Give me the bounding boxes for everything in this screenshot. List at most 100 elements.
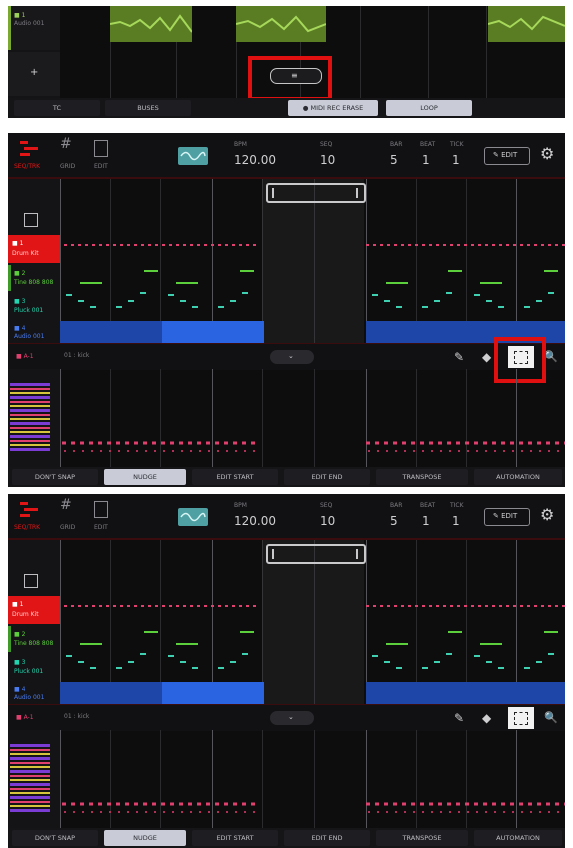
pad-color-strips — [10, 744, 50, 814]
track-1-sub: Audio 001 — [14, 20, 45, 27]
buses-button[interactable]: BUSES — [105, 100, 191, 116]
track-1-row[interactable]: ■ 1 Drum Kit — [8, 235, 60, 263]
track-2-sub: Tine 808 808 — [14, 640, 54, 647]
track-4-row[interactable]: ■ 4 Audio 001 — [8, 682, 60, 704]
tc-button[interactable]: TC — [14, 100, 100, 116]
add-track-button[interactable]: + — [8, 52, 60, 96]
zoom-tool-icon[interactable]: 🔍 — [544, 711, 558, 725]
pad-label[interactable]: ■ A-1 — [16, 351, 34, 362]
audio-clip[interactable] — [487, 6, 565, 42]
bar-value[interactable]: 5 — [390, 514, 398, 528]
beat-label: BEAT — [420, 141, 436, 148]
screen2-track-list: ■ 1 Drum Kit ■ 2 Tine 808 808 ■ 3 Pluck … — [8, 179, 60, 343]
zoom-tool-icon[interactable]: 🔍 — [544, 350, 558, 364]
note-label[interactable]: 01 : kick — [64, 713, 89, 721]
screen2-panel: SEQ/TRK # GRID EDIT BPM 120.00 SEQ 10 BA… — [8, 133, 565, 487]
edit-start-button[interactable]: EDIT START — [192, 469, 278, 485]
loop-range-handle[interactable] — [266, 183, 366, 203]
audio-clip[interactable] — [162, 682, 264, 704]
audio-waveform — [109, 14, 193, 33]
bar-value[interactable]: 5 — [390, 153, 398, 167]
track-2-row[interactable]: ■ 2 Tine 808 808 — [8, 265, 60, 291]
loop-start-handle[interactable] — [272, 188, 274, 198]
audio-clip[interactable] — [235, 6, 327, 42]
seq-value[interactable]: 10 — [320, 514, 335, 528]
beat-value[interactable]: 1 — [422, 514, 430, 528]
edit-end-button[interactable]: EDIT END — [284, 469, 370, 485]
track-2-row[interactable]: ■ 2 Tine 808 808 — [8, 626, 60, 652]
track-1-row[interactable]: ■ 1 Drum Kit — [8, 596, 60, 624]
screen2-pad-lanes[interactable] — [8, 369, 565, 467]
transpose-button[interactable]: TRANSPOSE — [376, 830, 468, 846]
screen3-pad-lanes[interactable] — [8, 730, 565, 828]
audio-clip[interactable] — [366, 682, 565, 704]
tick-value[interactable]: 1 — [452, 153, 460, 167]
note-label[interactable]: 01 : kick — [64, 352, 89, 360]
pencil-tool-icon[interactable]: ✎ — [454, 350, 464, 364]
melody-track-notes — [66, 270, 558, 308]
chevron-down-icon: ⌄ — [288, 713, 294, 721]
track-1-row[interactable]: ■ 1 Audio 001 — [8, 6, 60, 50]
loop-end-handle[interactable] — [356, 188, 358, 198]
edit-end-button[interactable]: EDIT END — [284, 830, 370, 846]
edit-label: EDIT — [94, 163, 108, 170]
audio-clip[interactable] — [162, 321, 264, 343]
select-tool-button[interactable] — [508, 707, 534, 729]
eraser-tool-icon[interactable]: ◆ — [482, 350, 491, 364]
loop-end-handle[interactable] — [356, 549, 358, 559]
waveform-thumb-icon[interactable] — [178, 147, 208, 165]
nudge-button[interactable]: NUDGE — [104, 469, 186, 485]
pad-label[interactable]: ■ A-1 — [16, 712, 34, 723]
drum-track-pattern — [64, 244, 565, 246]
loop-start-handle[interactable] — [272, 549, 274, 559]
automation-button[interactable]: AUTOMATION — [474, 830, 562, 846]
screen2-button-bar: DON'T SNAP NUDGE EDIT START EDIT END TRA… — [8, 467, 565, 487]
dont-snap-button[interactable]: DON'T SNAP — [12, 469, 98, 485]
dont-snap-button[interactable]: DON'T SNAP — [12, 830, 98, 846]
automation-button[interactable]: AUTOMATION — [474, 469, 562, 485]
transpose-button[interactable]: TRANSPOSE — [376, 469, 468, 485]
seq-trk-tab[interactable]: SEQ/TRK — [14, 498, 50, 534]
track-4-row[interactable]: ■ 4 Audio 001 — [8, 321, 60, 343]
tick-value[interactable]: 1 — [452, 514, 460, 528]
seq-value[interactable]: 10 — [320, 153, 335, 167]
loop-range-handle[interactable] — [266, 544, 366, 564]
eraser-tool-icon[interactable]: ◆ — [482, 711, 491, 725]
seq-trk-tab[interactable]: SEQ/TRK — [14, 137, 50, 173]
edit-start-button[interactable]: EDIT START — [192, 830, 278, 846]
pencil-tool-icon[interactable]: ✎ — [454, 711, 464, 725]
beat-label: BEAT — [420, 502, 436, 509]
track-edit-icon[interactable] — [24, 574, 38, 588]
collapse-chevron-button[interactable]: ⌄ — [270, 711, 314, 725]
edit-tab[interactable]: EDIT — [88, 498, 118, 534]
track-3-row[interactable]: ■ 3 Pluck 001 — [8, 293, 60, 319]
grid-tab[interactable]: # GRID — [54, 498, 84, 534]
screen2-lane-header: ■ A-1 01 : kick ⌄ ✎ ◆ 🔍 — [8, 343, 565, 370]
edit-button[interactable]: ✎ EDIT — [484, 147, 530, 165]
collapse-chevron-button[interactable]: ⌄ — [270, 350, 314, 364]
bpm-value[interactable]: 120.00 — [234, 153, 276, 167]
bpm-value[interactable]: 120.00 — [234, 514, 276, 528]
track-edit-icon[interactable] — [24, 213, 38, 227]
nudge-button[interactable]: NUDGE — [104, 830, 186, 846]
tick-label: TICK — [450, 502, 464, 509]
seq-trk-label: SEQ/TRK — [14, 163, 41, 170]
settings-icon[interactable]: ⚙ — [540, 145, 554, 163]
audio-clip[interactable] — [109, 6, 193, 42]
track-3-row[interactable]: ■ 3 Pluck 001 — [8, 654, 60, 680]
waveform-thumb-icon[interactable] — [178, 508, 208, 526]
settings-icon[interactable]: ⚙ — [540, 506, 554, 524]
grid-tab[interactable]: # GRID — [54, 137, 84, 173]
beat-value[interactable]: 1 — [422, 153, 430, 167]
screen2-arrange-area[interactable] — [60, 179, 565, 343]
seq-trk-icon — [20, 141, 38, 156]
edit-button-label: ✎ EDIT — [493, 512, 518, 520]
grid-label: GRID — [60, 163, 76, 170]
edit-tab[interactable]: EDIT — [88, 137, 118, 173]
seq-label: SEQ — [320, 141, 333, 148]
screen3-arrange-area[interactable] — [60, 540, 565, 704]
loop-button[interactable]: LOOP — [386, 100, 472, 116]
midi-rec-erase-button[interactable]: ● MIDI REC ERASE — [288, 100, 378, 116]
edit-button[interactable]: ✎ EDIT — [484, 508, 530, 526]
track-2-label: ■ 2 — [14, 631, 26, 638]
